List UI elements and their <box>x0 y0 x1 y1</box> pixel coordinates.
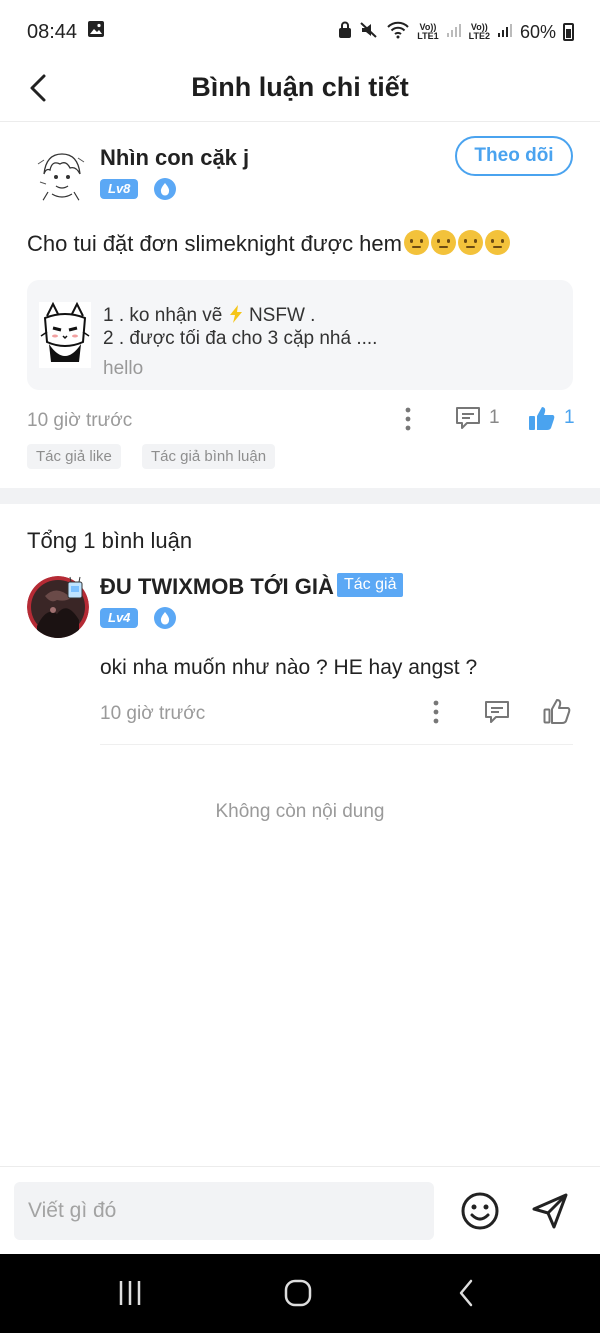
gallery-icon <box>87 20 105 44</box>
post-like-count: 1 <box>564 407 575 428</box>
emoji-button[interactable] <box>458 1189 502 1233</box>
more-vertical-icon <box>405 407 411 431</box>
post-body: Cho tui đặt đơn slimeknight được hem <box>27 230 510 257</box>
quoted-post-card[interactable]: 1 . ko nhận vẽ NSFW . 2 . được tối đa ch… <box>27 280 573 390</box>
mute-icon <box>359 21 379 44</box>
smiley-icon <box>461 1192 499 1230</box>
comment-time: 10 giờ trước <box>100 703 206 724</box>
comment-separator <box>100 744 573 745</box>
post-comment-button[interactable]: 1 <box>455 405 500 431</box>
home-button[interactable] <box>276 1273 320 1313</box>
post-author-name[interactable]: Nhìn con cặk j <box>100 145 249 171</box>
tag-author-liked: Tác giả like <box>27 444 121 469</box>
thumbs-up-filled-icon <box>529 407 555 430</box>
lte1-label: LTE1 <box>417 31 439 41</box>
post-like-button[interactable]: 1 <box>528 405 575 431</box>
post-author-avatar[interactable] <box>30 144 92 206</box>
battery-percent: 60% <box>519 21 556 42</box>
section-divider <box>0 488 600 504</box>
comment-text: oki nha muốn như nào ? HE hay angst ? <box>100 656 478 679</box>
author-tag: Tác giả <box>337 573 404 597</box>
lock-icon <box>338 21 352 44</box>
comment-icon <box>456 407 480 429</box>
system-back-button[interactable] <box>444 1273 488 1313</box>
comments-total: Tổng 1 bình luận <box>27 528 193 553</box>
page-title: Bình luận chi tiết <box>191 72 409 102</box>
status-time: 08:44 <box>27 20 78 43</box>
smiley-emoji-icon <box>484 230 510 255</box>
status-bar: 08:44 Vo)) LTE1 Vo)) LTE2 60% <box>0 0 600 64</box>
comment-like-button[interactable] <box>543 698 571 724</box>
comment-input-bar <box>0 1166 600 1254</box>
quote-line1-b: NSFW . <box>248 305 316 326</box>
comments-section: Tổng 1 bình luận ĐU TWIXMOB TỚI GIÀ Tác … <box>0 504 600 1164</box>
thumbs-up-outline-icon <box>543 699 571 724</box>
smiley-emoji-icon <box>430 230 456 255</box>
quote-line1-a: 1 . ko nhận vẽ <box>103 305 223 326</box>
quoted-post-thumbnail <box>39 301 91 368</box>
smiley-emoji-icon <box>457 230 483 255</box>
lte2-label: LTE2 <box>468 31 490 41</box>
status-left: 08:44 <box>27 20 105 44</box>
lightning-icon <box>228 305 244 326</box>
follow-button[interactable]: Theo dõi <box>455 136 573 176</box>
quoted-post-sub: hello <box>103 358 144 379</box>
sticker-icon <box>66 576 84 607</box>
comment-reply-button[interactable] <box>484 699 510 725</box>
home-icon <box>284 1279 312 1307</box>
post-comment-count: 1 <box>489 407 500 428</box>
battery-icon <box>563 23 574 41</box>
quoted-post-line-1: 1 . ko nhận vẽ NSFW . <box>103 304 315 327</box>
wifi-icon <box>386 21 410 44</box>
comment-level-badge: Lv4 <box>100 608 139 628</box>
send-button[interactable] <box>528 1189 572 1233</box>
quoted-post-line-2: 2 . được tối đa cho 3 cặp nhá .... <box>103 328 378 349</box>
back-icon <box>459 1279 473 1307</box>
water-drop-icon <box>154 178 176 200</box>
status-right: Vo)) LTE1 Vo)) LTE2 60% <box>338 21 574 44</box>
more-vertical-icon <box>433 700 439 724</box>
signal2-icon <box>497 22 513 43</box>
recent-apps-button[interactable] <box>108 1273 152 1313</box>
header: Bình luận chi tiết <box>0 64 600 122</box>
smiley-emoji-icon <box>403 230 429 255</box>
send-icon <box>532 1193 568 1229</box>
comment-more-button[interactable] <box>426 699 446 725</box>
system-nav-bar <box>0 1254 600 1333</box>
end-of-content-label: Không còn nội dung <box>215 801 385 822</box>
sim2-label: Vo)) LTE2 <box>469 23 490 41</box>
sim1-label: Vo)) LTE1 <box>417 23 438 41</box>
comment-icon <box>485 701 509 723</box>
tag-author-commented: Tác giả bình luận <box>142 444 276 469</box>
signal-icon <box>446 22 462 43</box>
post-card: Nhìn con cặk j Lv8 Theo dõi Cho tui đặt … <box>0 122 600 488</box>
water-drop-icon <box>154 607 176 629</box>
comment-author-name[interactable]: ĐU TWIXMOB TỚI GIÀ <box>100 574 334 600</box>
comment-input[interactable] <box>14 1182 434 1240</box>
level-badge: Lv8 <box>100 179 139 199</box>
recent-apps-icon <box>119 1281 141 1305</box>
post-text: Cho tui đặt đơn slimeknight được hem <box>27 231 402 256</box>
post-time: 10 giờ trước <box>27 410 133 431</box>
post-more-button[interactable] <box>398 406 418 432</box>
